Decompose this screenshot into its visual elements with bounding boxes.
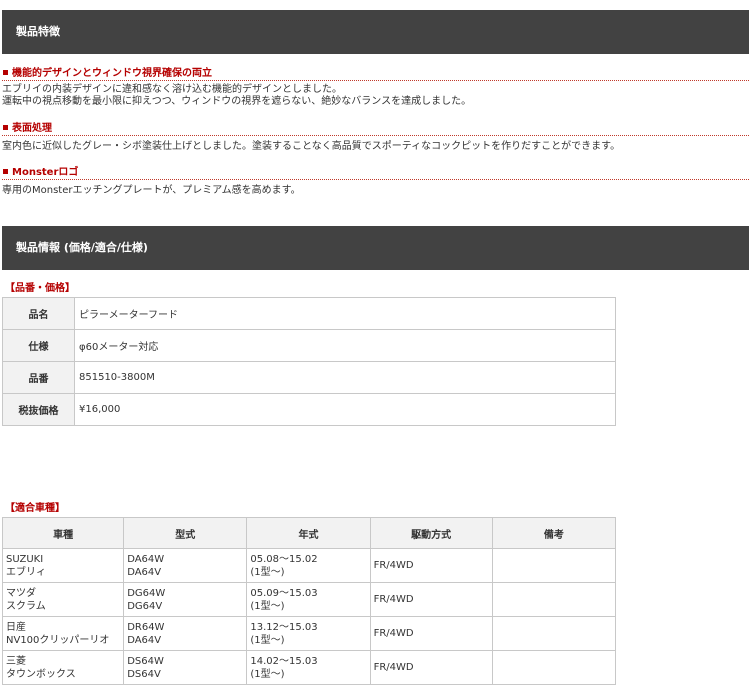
vehicle-cell: 日産 NV100クリッパーリオ xyxy=(1,616,125,651)
year-cell: 05.08～15.02 (1型～) xyxy=(246,548,371,583)
vehicle-cell: 三菱 タウンボックス xyxy=(1,650,125,685)
table-row: 日産 NV100クリッパーリオ DR64W DA64V 13.12～15.03 (1型… xyxy=(1,616,617,651)
col-header-note: 備考 xyxy=(491,517,617,549)
feature-text-logo: 専用のMonsterエッチングプレートが、プレミアム感を高めます。 xyxy=(2,185,301,196)
col-header-drive: 駆動方式 xyxy=(369,517,493,549)
table-row: 税抜価格 ¥16,000 xyxy=(2,393,616,426)
square-bullet-icon xyxy=(3,70,8,75)
spec-label: 仕様 xyxy=(2,329,75,362)
feature-text-design: エブリイの内装デザインに違和感なく溶け込む機能的デザインとしました。 運転中の視… xyxy=(2,84,472,107)
year-cell: 05.09～15.03 (1型～) xyxy=(246,582,371,617)
table-row: マツダ スクラム DG64W DG64V 05.09～15.03 (1型～) FR/4… xyxy=(1,582,617,617)
model-code-cell: DG64W DG64V xyxy=(123,582,248,617)
model-code-cell: DR64W DA64V xyxy=(123,616,248,651)
info-header: 製品情報 (価格/適合/仕様) xyxy=(2,226,749,270)
square-bullet-icon xyxy=(3,125,8,130)
price-label: 【品番・価格】 xyxy=(5,283,75,294)
year-cell: 13.12～15.03 (1型～) xyxy=(246,616,371,651)
table-row: 仕様 φ60メーター対応 xyxy=(2,329,616,362)
col-header-model-code: 型式 xyxy=(123,517,248,549)
feature-title-design: 機能的デザインとウィンドウ視界確保の両立 xyxy=(2,67,749,81)
drive-cell: FR/4WD xyxy=(369,548,493,583)
col-header-vehicle: 車種 xyxy=(1,517,125,549)
spec-label: 品番 xyxy=(2,361,75,394)
note-cell xyxy=(491,548,617,583)
table-row: 品番 851510-3800M xyxy=(2,361,616,394)
note-cell xyxy=(491,616,617,651)
feature-text-surface: 室内色に近似したグレー・シボ塗装仕上げとしました。塗装することなく高品質でスポー… xyxy=(2,141,621,152)
fitment-table: 車種 型式 年式 駆動方式 備考 SUZUKI エブリィ DA64W DA64V 0… xyxy=(1,517,617,685)
model-code-cell: DS64W DS64V xyxy=(123,650,248,685)
spec-value: 851510-3800M xyxy=(74,361,616,394)
table-header-row: 車種 型式 年式 駆動方式 備考 xyxy=(1,517,617,549)
table-row: SUZUKI エブリィ DA64W DA64V 05.08～15.02 (1型～) F… xyxy=(1,548,617,583)
table-row: 三菱 タウンボックス DS64W DS64V 14.02～15.03 (1型～) FR… xyxy=(1,650,617,685)
drive-cell: FR/4WD xyxy=(369,582,493,617)
fit-label: 【適合車種】 xyxy=(5,503,65,514)
spec-value: ¥16,000 xyxy=(74,393,616,426)
year-cell: 14.02～15.03 (1型～) xyxy=(246,650,371,685)
spec-label: 税抜価格 xyxy=(2,393,75,426)
vehicle-cell: マツダ スクラム xyxy=(1,582,125,617)
model-code-cell: DA64W DA64V xyxy=(123,548,248,583)
vehicle-cell: SUZUKI エブリィ xyxy=(1,548,125,583)
drive-cell: FR/4WD xyxy=(369,616,493,651)
note-cell xyxy=(491,582,617,617)
spec-value: φ60メーター対応 xyxy=(74,329,616,362)
spec-value: ピラーメーターフード xyxy=(74,297,616,330)
spec-label: 品名 xyxy=(2,297,75,330)
table-row: 品名 ピラーメーターフード xyxy=(2,297,616,330)
feature-title-logo: Monsterロゴ xyxy=(2,166,749,180)
features-header: 製品特徴 xyxy=(2,10,749,54)
drive-cell: FR/4WD xyxy=(369,650,493,685)
col-header-year: 年式 xyxy=(246,517,371,549)
square-bullet-icon xyxy=(3,169,8,174)
note-cell xyxy=(491,650,617,685)
spec-table: 品名 ピラーメーターフード 仕様 φ60メーター対応 品番 851510-3800M … xyxy=(2,297,616,426)
feature-title-surface: 表面処理 xyxy=(2,122,749,136)
